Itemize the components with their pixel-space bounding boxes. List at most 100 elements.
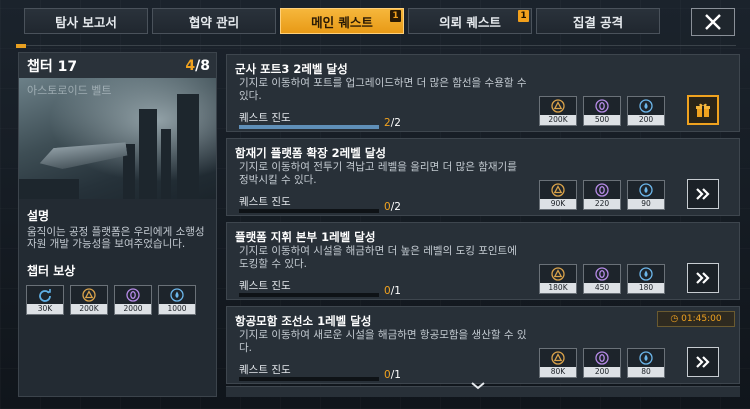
quest-progress-label: 퀘스트 진도 (239, 112, 291, 124)
chevron-right-icon (696, 272, 710, 284)
triangle-resource-icon (551, 267, 565, 281)
reward-item[interactable]: 90K (539, 180, 577, 210)
tab-rally-attack[interactable]: 집결 공격 (536, 8, 660, 34)
quest-progress-bar (239, 293, 379, 297)
quest-progress-bar (239, 209, 379, 213)
quest-description: 기지로 이동하여 전투기 격납고 레벨을 올리면 더 많은 함재기를 정박시킬 … (239, 161, 517, 186)
quest-progress-bar (239, 125, 379, 129)
reward-amount: 500 (584, 115, 620, 125)
quest-list[interactable]: 군사 포트3 2레벨 달성 기지로 이동하여 포트를 업그레이드하면 더 많은 … (222, 52, 744, 392)
blue-drop-icon (639, 99, 653, 113)
reward-amount: 90 (628, 199, 664, 209)
reward-amount: 220 (584, 199, 620, 209)
tab-label: 협약 관리 (188, 14, 240, 30)
tab-label: 집결 공격 (572, 14, 624, 30)
chapter-title: 챕터 17 (27, 58, 78, 75)
quest-description: 기지로 이동하여 포트를 업그레이드하면 더 많은 함선을 수용할 수 있다. (239, 77, 527, 102)
quest-progress-label: 퀘스트 진도 (239, 196, 291, 208)
header-divider (16, 45, 736, 46)
quest-progress-value: 2/2 (384, 117, 401, 129)
reward-amount: 200 (584, 367, 620, 377)
quest-description: 기지로 이동하여 새로운 시설을 해금하면 항공모함을 생산할 수 있다. (239, 329, 527, 354)
go-button[interactable] (687, 179, 719, 209)
quest-title: 항공모함 조선소 1레벨 달성 (235, 314, 372, 328)
reward-amount: 200 (628, 115, 664, 125)
reward-item[interactable]: 450 (583, 264, 621, 294)
quest-card: 항공모함 조선소 1레벨 달성 ◷ 01:45:00 기지로 이동하여 새로운 … (226, 306, 740, 384)
blue-drop-icon (170, 288, 184, 302)
go-button[interactable] (687, 347, 719, 377)
tab-request-quest[interactable]: 의뢰 퀘스트 1 (408, 8, 532, 34)
reward-amount: 200K (71, 304, 107, 314)
timer-value: 01:45:00 (681, 314, 722, 324)
triangle-resource-icon (551, 351, 565, 365)
reward-item[interactable]: 90 (627, 180, 665, 210)
chapter-description: 움직이는 공정 플랫폼은 우리에게 소행성 자원 개발 가능성을 보여주었습니다… (27, 226, 205, 250)
go-button[interactable] (687, 263, 719, 293)
quest-card: 플랫폼 지휘 본부 1레벨 달성 기지로 이동하여 시설을 해금하면 더 높은 … (226, 222, 740, 300)
quest-progress-label: 퀘스트 진도 (239, 280, 291, 292)
blue-drop-icon (639, 351, 653, 365)
quest-progress-value: 0/1 (384, 369, 401, 381)
quest-timer: ◷ 01:45:00 (657, 311, 735, 327)
gift-icon (696, 103, 710, 117)
reward-amount: 180K (540, 283, 576, 293)
quest-progress-current: 0 (384, 285, 391, 297)
reward-item[interactable]: 30K (26, 285, 64, 315)
clock-icon: ◷ (670, 314, 679, 324)
reward-amount: 80K (540, 367, 576, 377)
tab-exploration-report[interactable]: 탐사 보고서 (24, 8, 148, 34)
notification-badge: 1 (390, 10, 401, 22)
zero-crystal-icon (595, 351, 609, 365)
quest-progress-total: /2 (390, 117, 401, 129)
reward-item[interactable]: 220 (583, 180, 621, 210)
corner-accent (16, 44, 26, 48)
reward-amount: 180 (628, 283, 664, 293)
quest-progress-current: 0 (384, 201, 391, 213)
quest-progress-current: 0 (384, 369, 391, 381)
quest-card: 군사 포트3 2레벨 달성 기지로 이동하여 포트를 업그레이드하면 더 많은 … (226, 54, 740, 132)
chapter-header: 챕터 17 4/8 (19, 53, 216, 78)
reward-item[interactable]: 180K (539, 264, 577, 294)
triangle-resource-icon (82, 288, 96, 302)
quest-title: 플랫폼 지휘 본부 1레벨 달성 (235, 230, 376, 244)
tab-label: 의뢰 퀘스트 (439, 14, 501, 30)
reward-item[interactable]: 1000 (158, 285, 196, 315)
reward-item[interactable]: 80 (627, 348, 665, 378)
triangle-resource-icon (551, 183, 565, 197)
quest-progress-label: 퀘스트 진도 (239, 364, 291, 376)
reward-item[interactable]: 200K (539, 96, 577, 126)
tab-main-quest[interactable]: 메인 퀘스트 1 (280, 8, 404, 34)
chapter-panel: 챕터 17 4/8 아스토로이드 벨트 설명 움직이는 공정 플랫폼은 우리에게… (18, 52, 217, 397)
quest-progress-current: 2 (384, 117, 391, 129)
reward-item[interactable]: 200K (70, 285, 108, 315)
tab-agreement-management[interactable]: 협약 관리 (152, 8, 276, 34)
close-button[interactable] (691, 8, 735, 36)
quest-progress-value: 0/1 (384, 285, 401, 297)
reward-item[interactable]: 80K (539, 348, 577, 378)
quest-rewards: 180K 450 180 (539, 264, 665, 294)
chevron-right-icon (696, 188, 710, 200)
reward-item[interactable]: 2000 (114, 285, 152, 315)
reward-item[interactable]: 500 (583, 96, 621, 126)
reward-item[interactable]: 200 (583, 348, 621, 378)
chapter-artwork: 아스토로이드 벨트 (19, 78, 216, 199)
quest-title: 함재기 플랫폼 확장 2레벨 달성 (235, 146, 386, 160)
scroll-down-icon[interactable] (470, 381, 486, 391)
chevron-right-icon (696, 356, 710, 368)
spaceship-image (38, 138, 128, 172)
reward-amount: 2000 (115, 304, 151, 314)
reward-item[interactable]: 180 (627, 264, 665, 294)
zero-crystal-icon (126, 288, 140, 302)
quest-progress-bar (239, 377, 379, 381)
claim-reward-button[interactable] (687, 95, 719, 125)
zero-crystal-icon (595, 267, 609, 281)
blue-drop-icon (639, 267, 653, 281)
refresh-icon (39, 289, 51, 302)
close-icon (705, 14, 721, 30)
quest-progress-total: /1 (390, 369, 401, 381)
reward-item[interactable]: 200 (627, 96, 665, 126)
chapter-reward-heading: 챕터 보상 (27, 264, 76, 278)
reward-amount: 200K (540, 115, 576, 125)
zero-crystal-icon (595, 183, 609, 197)
